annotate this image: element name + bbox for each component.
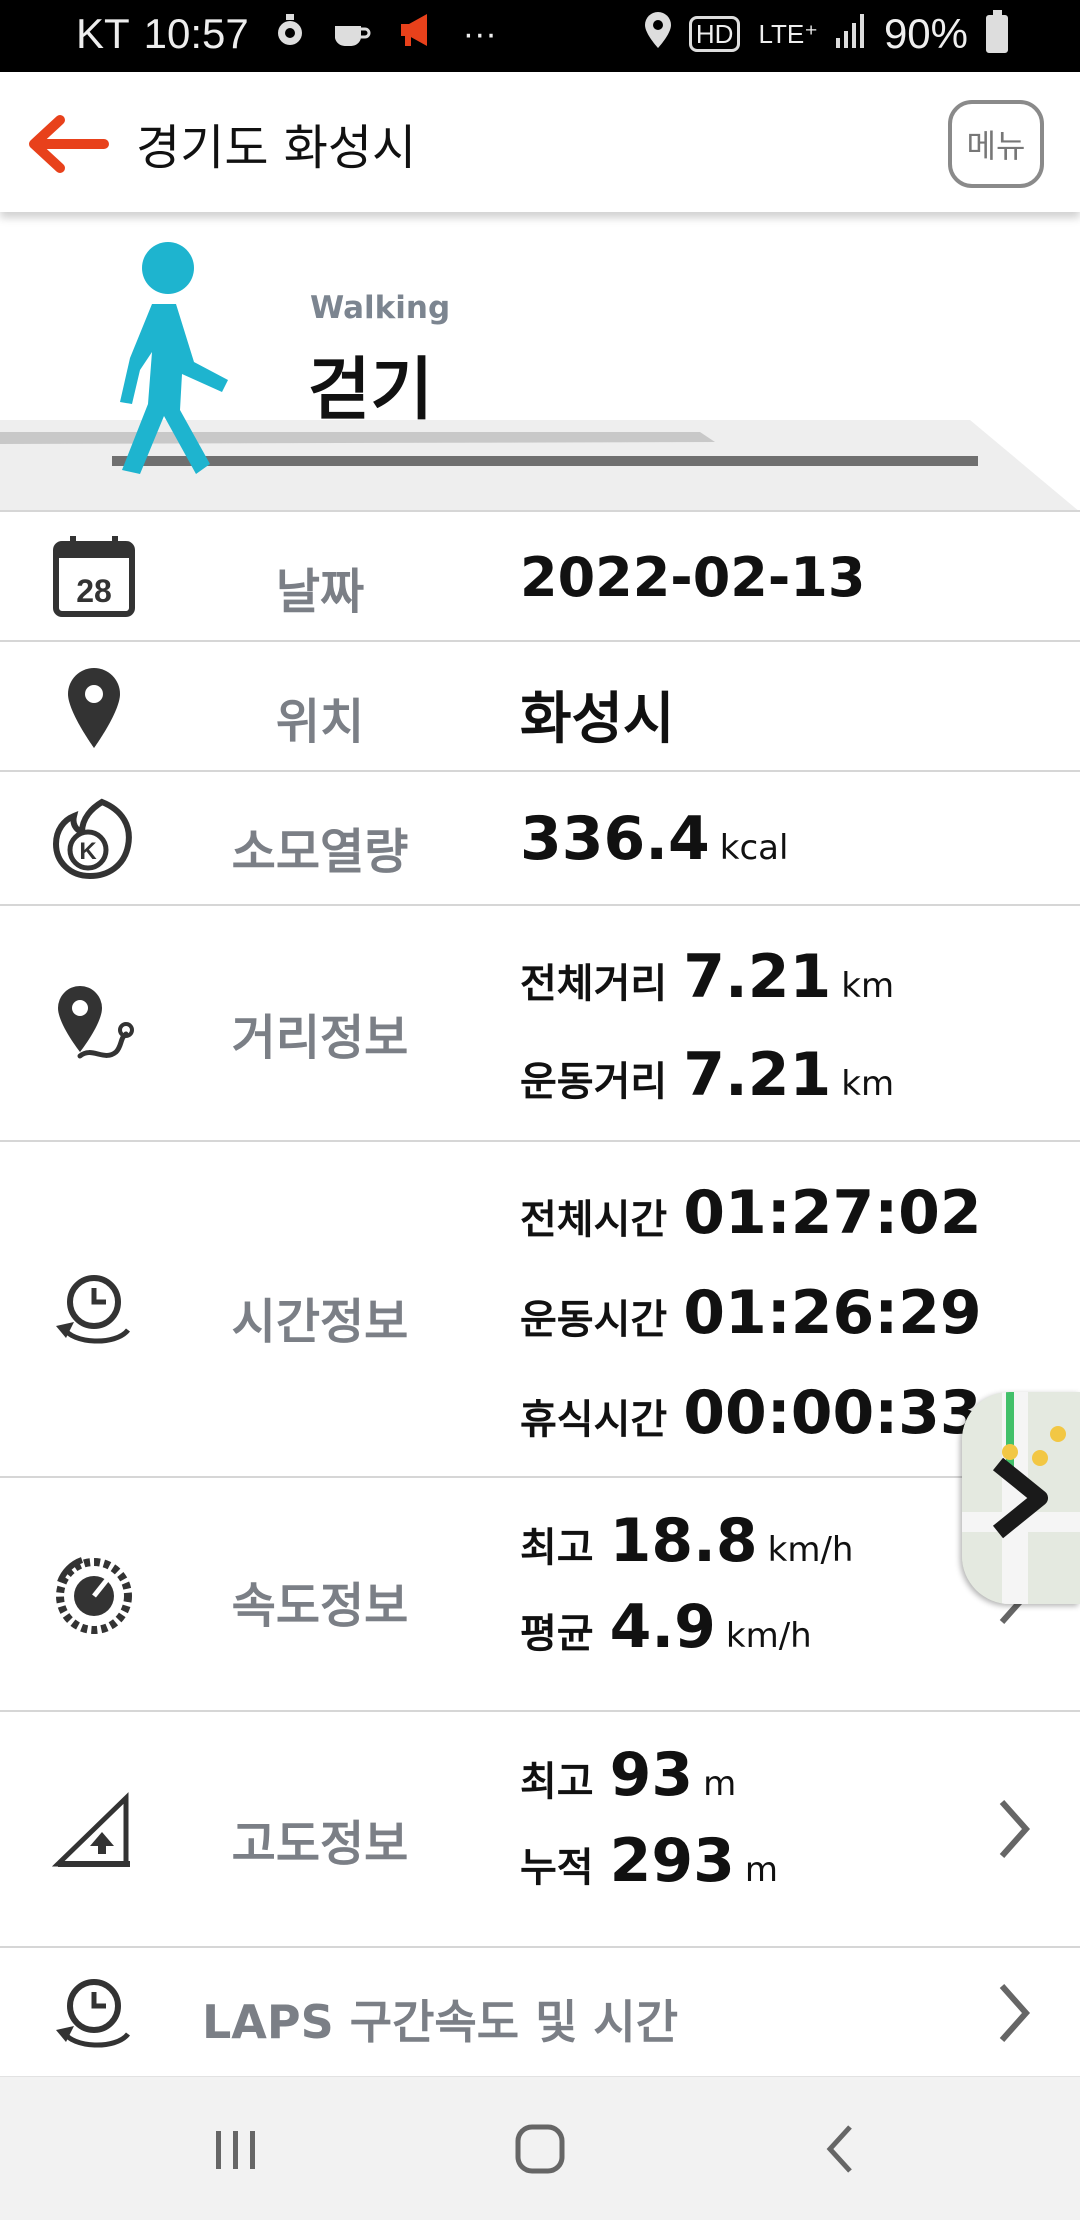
- more-notifications-text: ···: [462, 14, 497, 53]
- menu-button[interactable]: 메뉴: [948, 100, 1044, 188]
- speed-row[interactable]: 속도정보 최고 18.8 km/h 평균 4.9 km/h: [0, 1476, 1080, 1710]
- max-speed-value: 18.8: [609, 1506, 758, 1576]
- laps-row[interactable]: LAPS 구간속도 및 시간: [0, 1946, 1080, 2076]
- home-button[interactable]: [500, 2117, 580, 2181]
- altitude-label: 고도정보: [231, 1816, 409, 1872]
- calories-value: 336.4: [520, 804, 710, 874]
- chevron-right-icon: [999, 1984, 1031, 2042]
- map-thumbnail: [962, 1392, 1080, 1604]
- system-back-button[interactable]: [802, 2117, 882, 2181]
- svg-text:K: K: [79, 838, 97, 865]
- system-navigation-bar: [0, 2076, 1080, 2220]
- calendar-day-number: 28: [76, 573, 112, 609]
- calories-row: K 소모열량 336.4 kcal: [0, 770, 1080, 904]
- distance-row: 거리정보 전체거리 7.21 km 운동거리 7.21 km: [0, 904, 1080, 1140]
- date-label: 날짜: [275, 564, 365, 620]
- lap-clock-icon: [56, 1979, 130, 2048]
- exercise-time-value: 01:26:29: [683, 1278, 982, 1348]
- max-speed-key: 최고: [520, 1525, 594, 1571]
- cumulative-altitude-key: 누적: [520, 1845, 594, 1891]
- max-altitude-unit: m: [703, 1764, 737, 1804]
- exercise-time-key: 운동시간: [520, 1297, 668, 1343]
- time-row: 시간정보 전체시간 01:27:02 운동시간 01:26:29 휴식시간 00:00…: [0, 1140, 1080, 1476]
- calorie-flame-icon: K: [52, 798, 132, 880]
- total-distance-key: 전체거리: [520, 961, 668, 1007]
- date-value: 2022-02-13: [520, 546, 866, 609]
- battery-percent-text: 90%: [883, 10, 968, 57]
- laps-label: LAPS 구간속도 및 시간: [202, 1995, 679, 2049]
- altitude-slope-icon: [52, 1792, 130, 1867]
- speed-label: 속도정보: [231, 1578, 409, 1634]
- speedometer-icon: [56, 1557, 132, 1634]
- cumulative-altitude-value: 293: [609, 1826, 735, 1896]
- avg-speed-unit: km/h: [725, 1616, 812, 1656]
- clock-cycle-icon: [56, 1275, 130, 1344]
- calories-label: 소모열량: [231, 824, 409, 880]
- stopwatch-icon: [275, 10, 305, 58]
- page-title: 경기도 화성시: [136, 120, 417, 176]
- max-altitude-key: 최고: [520, 1759, 594, 1805]
- total-time-value: 01:27:02: [683, 1178, 982, 1248]
- megaphone-icon: [397, 10, 437, 58]
- rest-time-key: 휴식시간: [520, 1397, 668, 1443]
- cumulative-altitude-unit: m: [744, 1850, 778, 1890]
- walking-track-illustration: [0, 242, 1080, 512]
- calendar-icon: 28: [53, 536, 135, 617]
- avg-speed-value: 4.9: [609, 1592, 716, 1662]
- back-button[interactable]: [24, 112, 110, 176]
- signal-icon: [835, 10, 866, 58]
- exercise-distance-unit: km: [841, 1064, 895, 1104]
- route-pin-icon: [58, 986, 134, 1059]
- date-row: 28 날짜 2022-02-13: [0, 510, 1080, 640]
- recent-apps-button[interactable]: [196, 2117, 276, 2181]
- location-pin-icon: [644, 10, 671, 58]
- exercise-distance-value: 7.21: [683, 1040, 832, 1110]
- map-pin-icon: [68, 668, 120, 748]
- app-bar: 경기도 화성시 메뉴: [0, 72, 1080, 212]
- map-preview-button[interactable]: [962, 1392, 1080, 1604]
- avg-speed-key: 평균: [520, 1611, 594, 1657]
- chevron-right-icon: [999, 1800, 1031, 1858]
- location-row: 위치 화성시: [0, 640, 1080, 770]
- carrier-text: KT: [76, 10, 130, 57]
- time-label: 시간정보: [231, 1294, 409, 1350]
- back-arrow-icon: [29, 115, 109, 173]
- activity-header: Walking 걷기: [0, 212, 1080, 512]
- distance-label: 거리정보: [231, 1010, 409, 1066]
- clock-text: 10:57: [143, 10, 249, 57]
- max-speed-unit: km/h: [767, 1530, 854, 1570]
- exercise-distance-key: 운동거리: [520, 1059, 668, 1105]
- status-bar: KT 10:57 ··· HD LTE⁺ 90%: [0, 0, 1080, 72]
- activity-name-english: Walking: [310, 290, 451, 326]
- location-value: 화성시: [520, 687, 675, 752]
- activity-name-korean: 걷기: [308, 351, 434, 430]
- calories-unit: kcal: [719, 828, 789, 868]
- battery-icon: [986, 10, 1008, 53]
- location-label: 위치: [275, 694, 365, 750]
- total-distance-value: 7.21: [683, 942, 832, 1012]
- max-altitude-value: 93: [609, 1740, 694, 1810]
- total-time-key: 전체시간: [520, 1197, 668, 1243]
- cup-icon: [331, 10, 371, 58]
- rest-time-value: 00:00:33: [683, 1378, 982, 1448]
- altitude-row[interactable]: 고도정보 최고 93 m 누적 293 m: [0, 1710, 1080, 1946]
- hd-badge: HD: [688, 16, 741, 52]
- total-distance-unit: km: [841, 966, 895, 1006]
- network-type-text: LTE⁺: [758, 19, 818, 49]
